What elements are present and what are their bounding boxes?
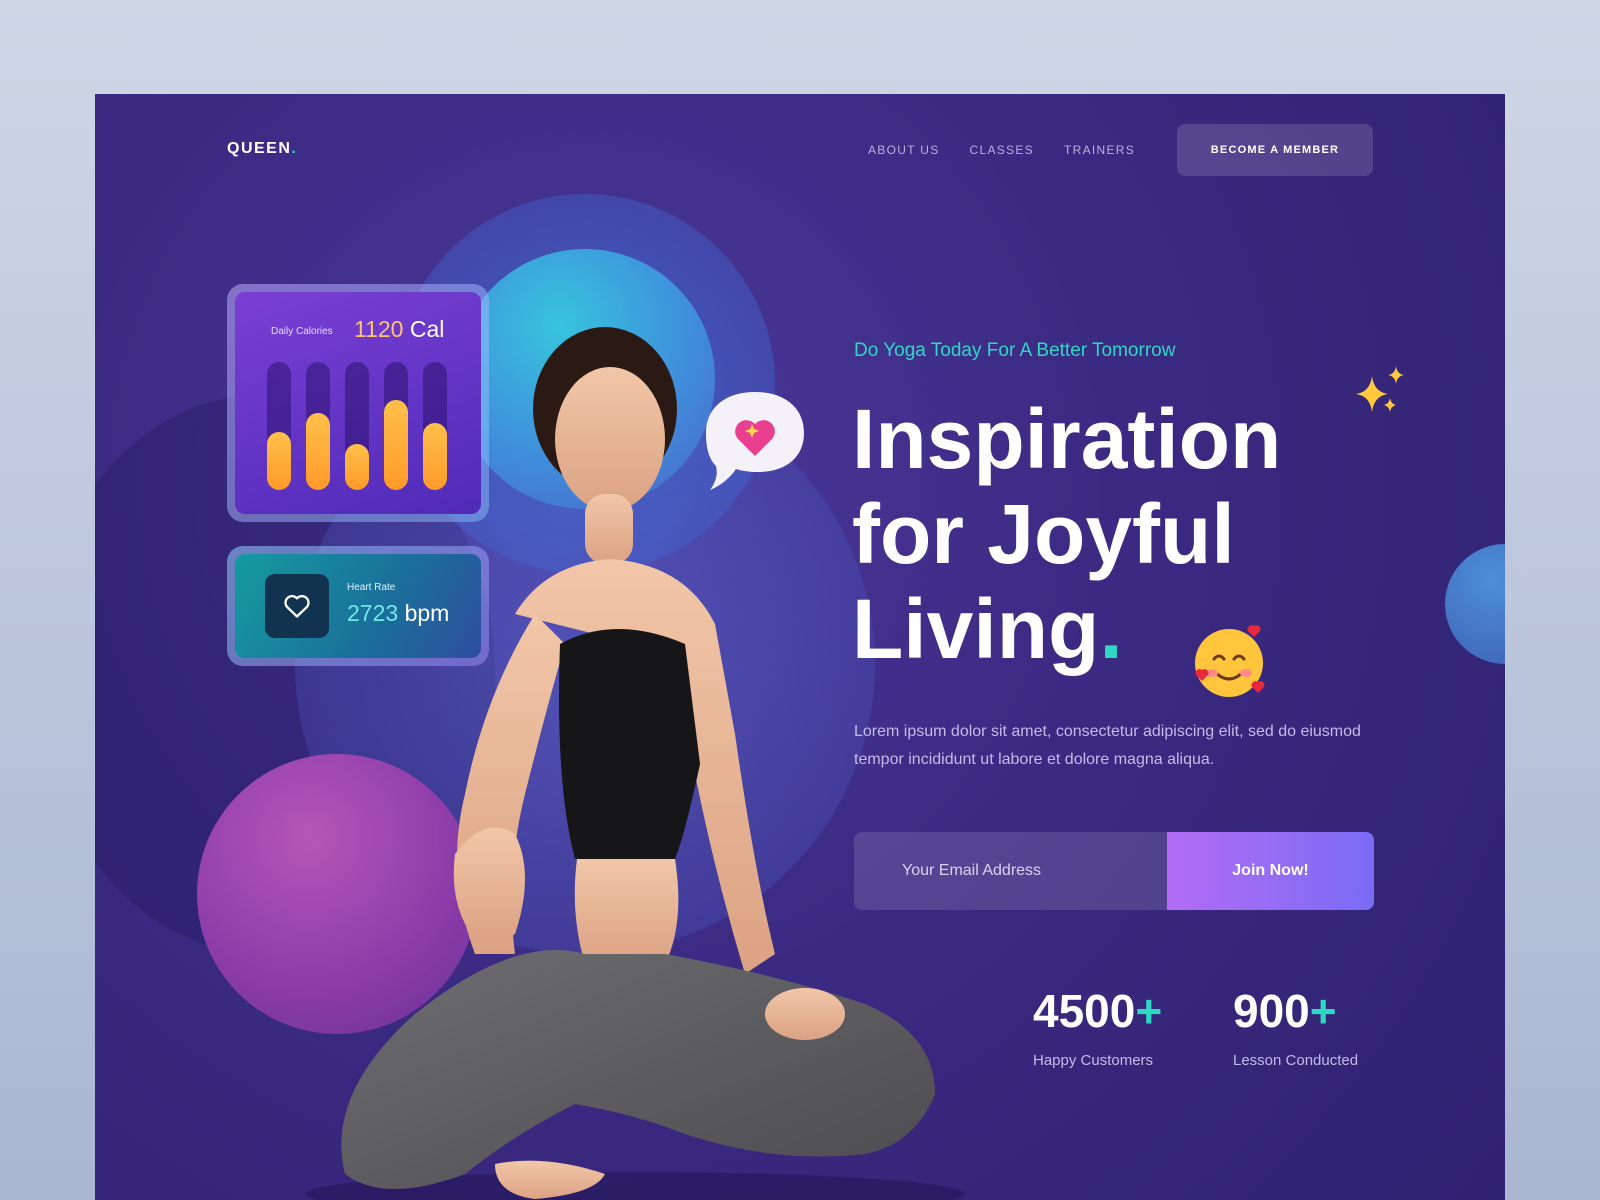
brand-dot: . (291, 140, 298, 157)
hero-description: Lorem ipsum dolor sit amet, consectetur … (854, 723, 1361, 768)
heart-speech-bubble-icon (706, 392, 804, 490)
calories-bar-track (267, 362, 291, 490)
calories-number: 1120 (354, 316, 404, 342)
calories-value: 1120 Cal (354, 316, 444, 343)
stat-plus: + (1309, 985, 1337, 1037)
calories-bar-track (423, 362, 447, 490)
smiling-face-with-hearts-icon (1195, 625, 1265, 697)
heart-rate-card: Heart Rate 2723 bpm (227, 546, 489, 666)
calories-bar (267, 432, 291, 490)
main-nav: ABOUT US CLASSES TRAINERS (868, 143, 1135, 157)
daily-calories-card: Daily Calories 1120 Cal (227, 284, 489, 522)
landing-page: QUEEN. ABOUT US CLASSES TRAINERS BECOME … (95, 94, 1505, 1200)
stat-label: Happy Customers (1033, 1052, 1154, 1069)
headline-line-2: for Joyful (852, 487, 1235, 581)
hero-tagline: Do Yoga Today For A Better Tomorrow (854, 340, 1176, 361)
signup-form: Join Now! (854, 832, 1374, 910)
become-member-button[interactable]: BECOME A MEMBER (1177, 124, 1373, 176)
calories-unit: Cal (409, 316, 445, 342)
nav-trainers[interactable]: TRAINERS (1064, 143, 1135, 157)
calories-bar-track (345, 362, 369, 490)
stat-label: Lesson Conducted (1233, 1052, 1359, 1069)
headline-accent-dot: . (1099, 582, 1123, 676)
headline-line-3: Living. (852, 582, 1412, 677)
stat-happy-customers: 4500+ Happy Customers (1033, 984, 1162, 1069)
headline-line-1: Inspiration (852, 392, 1282, 486)
headline-line-3-text: Living (852, 582, 1100, 676)
heart-icon (284, 594, 310, 618)
hero-headline: Inspiration for Joyful Living. (852, 392, 1412, 677)
calories-bar-chart (267, 362, 457, 490)
nav-classes[interactable]: CLASSES (970, 143, 1034, 157)
calories-bar (345, 444, 369, 490)
heart-rate-label: Heart Rate (347, 582, 396, 593)
stat-value: 900 (1233, 985, 1310, 1037)
daily-calories-panel: Daily Calories 1120 Cal (235, 292, 481, 514)
stat-value: 4500 (1033, 985, 1136, 1037)
email-field[interactable] (854, 832, 1167, 910)
brand-name: QUEEN (227, 140, 292, 157)
calories-bar-track (384, 362, 408, 490)
heart-rate-value: 2723 bpm (347, 600, 449, 627)
heart-icon-box (265, 574, 329, 638)
calories-bar-track (306, 362, 330, 490)
calories-bar (423, 423, 447, 490)
nav-about-us[interactable]: ABOUT US (868, 143, 940, 157)
heart-rate-panel: Heart Rate 2723 bpm (235, 554, 481, 658)
calories-bar (384, 400, 408, 490)
calories-bar (306, 413, 330, 490)
heart-rate-unit: bpm (404, 600, 450, 626)
bg-circle-edge (1445, 544, 1505, 664)
brand-logo[interactable]: QUEEN. (227, 140, 297, 158)
stat-lessons-conducted: 900+ Lesson Conducted (1233, 984, 1358, 1069)
heart-rate-number: 2723 (347, 600, 399, 626)
calories-label: Daily Calories (271, 326, 333, 337)
stat-plus: + (1135, 985, 1163, 1037)
join-now-button[interactable]: Join Now! (1167, 832, 1374, 910)
